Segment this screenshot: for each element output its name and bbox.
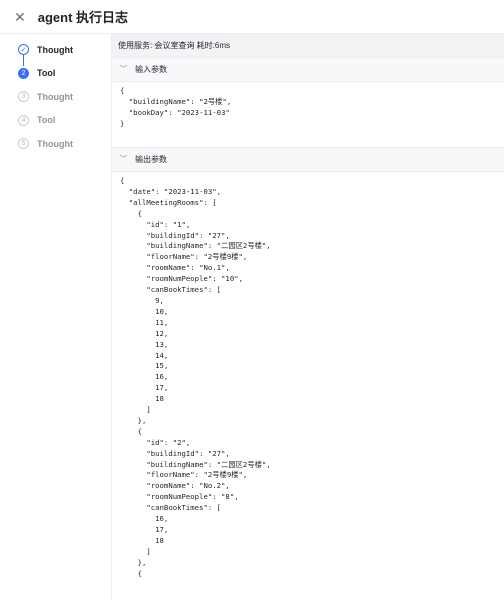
step-label: Thought [37, 91, 73, 102]
step-number: 3 [18, 91, 29, 103]
step-number: 2 [18, 67, 29, 79]
input-json: { "buildingName": "2号楼", "bookDay": "202… [120, 86, 232, 128]
step-item-3[interactable]: 3 Thought [0, 85, 111, 109]
drawer-header: ✕ agent 执行日志 [0, 0, 504, 34]
chevron-down-icon: ﹀ [120, 65, 127, 73]
drawer-body: ✓ Thought 2 Tool 3 Thought 4 Tool 5 Thou… [0, 34, 504, 600]
step-label: Thought [37, 44, 73, 55]
step-detail: 使用服务: 会议室查询 耗时:6ms ﹀ 输入参数 { "buildingNam… [112, 34, 504, 600]
output-section-label: 输出参数 [135, 155, 167, 164]
step-item-1[interactable]: ✓ Thought [0, 38, 111, 62]
check-icon: ✓ [18, 44, 29, 56]
step-number: 5 [18, 138, 29, 150]
output-section-toggle[interactable]: ﹀ 输出参数 [112, 148, 504, 172]
step-item-5[interactable]: 5 Thought [0, 132, 111, 156]
input-section-label: 输入参数 [135, 65, 167, 74]
drawer-title: agent 执行日志 [37, 10, 129, 25]
step-list: ✓ Thought 2 Tool 3 Thought 4 Tool 5 Thou… [0, 34, 112, 600]
input-json-panel: { "buildingName": "2号楼", "bookDay": "202… [112, 82, 504, 148]
step-number: 4 [18, 114, 29, 126]
service-info: 使用服务: 会议室查询 耗时:6ms [112, 34, 504, 58]
step-label: Thought [37, 138, 73, 149]
step-item-4[interactable]: 4 Tool [0, 109, 111, 133]
input-section-toggle[interactable]: ﹀ 输入参数 [112, 58, 504, 82]
close-icon[interactable]: ✕ [14, 10, 26, 24]
step-label: Tool [37, 115, 56, 126]
step-item-2[interactable]: 2 Tool [0, 62, 111, 86]
chevron-down-icon: ﹀ [120, 155, 127, 163]
output-json: { "date": "2023-11-03", "allMeetingRooms… [120, 176, 271, 578]
step-label: Tool [37, 68, 56, 79]
